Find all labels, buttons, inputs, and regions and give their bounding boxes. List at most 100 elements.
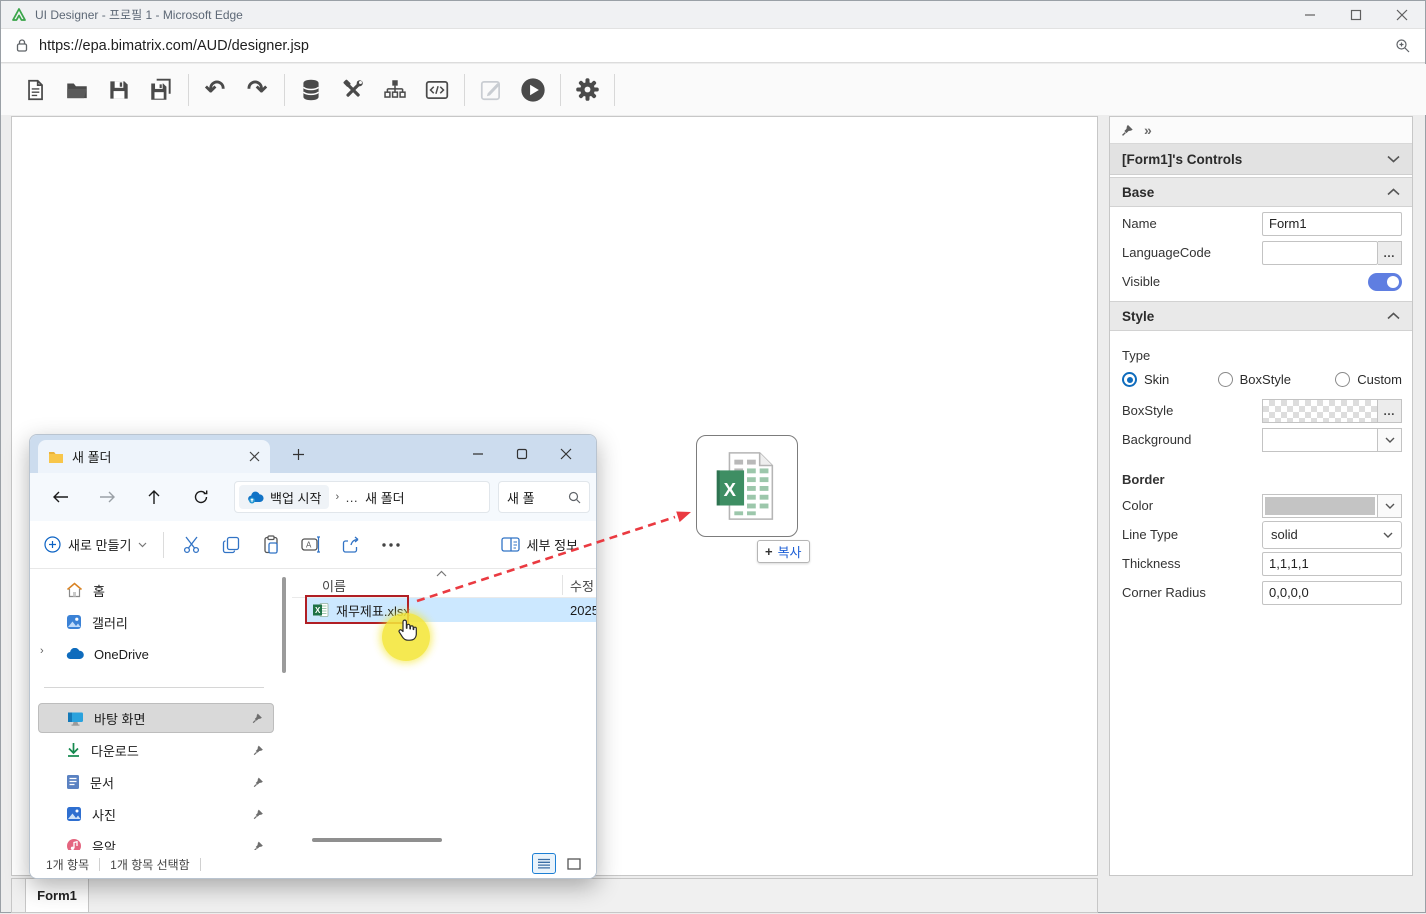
chevron-up-icon bbox=[1387, 188, 1400, 196]
sidebar-item-gallery[interactable]: 갤러리 bbox=[38, 607, 274, 637]
corner-radius-input[interactable] bbox=[1262, 581, 1402, 605]
sidebar-scrollbar[interactable] bbox=[282, 577, 286, 673]
code-button[interactable] bbox=[419, 72, 455, 108]
backup-start-button[interactable]: 백업 시작 bbox=[239, 485, 329, 509]
breadcrumb-chevron-icon: › bbox=[335, 491, 339, 503]
explorer-minimize-button[interactable] bbox=[456, 437, 500, 471]
settings-button[interactable] bbox=[569, 72, 605, 108]
bimatrix-logo-icon bbox=[11, 7, 27, 23]
rename-button[interactable]: A bbox=[291, 527, 331, 563]
column-divider[interactable] bbox=[562, 575, 563, 595]
radio-skin[interactable]: Skin bbox=[1122, 372, 1218, 387]
save-button[interactable] bbox=[101, 72, 137, 108]
copy-label: 복사 bbox=[778, 542, 802, 561]
corner-radius-label: Corner Radius bbox=[1122, 585, 1262, 600]
tools-button[interactable] bbox=[335, 72, 371, 108]
collapse-panel-icon[interactable]: » bbox=[1144, 122, 1152, 138]
zoom-in-icon[interactable] bbox=[1395, 38, 1411, 54]
copy-button[interactable] bbox=[211, 527, 251, 563]
refresh-icon[interactable] bbox=[184, 480, 218, 514]
column-modified[interactable]: 수정 bbox=[570, 576, 594, 595]
explorer-close-button[interactable] bbox=[544, 437, 588, 471]
background-dropdown-button[interactable] bbox=[1378, 428, 1402, 452]
url-text[interactable]: https://epa.bimatrix.com/AUD/designer.js… bbox=[39, 38, 1395, 54]
new-item-button[interactable]: 새로 만들기 bbox=[44, 535, 147, 554]
chevron-down-icon bbox=[1387, 155, 1400, 163]
horizontal-scrollbar[interactable] bbox=[312, 838, 442, 842]
languagecode-input[interactable] bbox=[1262, 241, 1378, 265]
breadcrumb-folder[interactable]: 새 폴더 bbox=[365, 488, 405, 507]
undo-button[interactable]: ↶ bbox=[197, 72, 233, 108]
visible-toggle[interactable] bbox=[1368, 273, 1402, 291]
radio-custom[interactable]: Custom bbox=[1335, 372, 1402, 387]
hierarchy-button[interactable] bbox=[377, 72, 413, 108]
forward-icon[interactable] bbox=[90, 480, 124, 514]
background-swatch[interactable] bbox=[1262, 428, 1378, 452]
explorer-sidebar: 홈 갤러리 › OneDrive 바탕 화면 다운로드 bbox=[30, 569, 280, 850]
pin-icon bbox=[252, 808, 264, 821]
drag-ghost-excel: X bbox=[696, 435, 798, 537]
sidebar-item-onedrive[interactable]: OneDrive bbox=[38, 639, 274, 669]
controls-header[interactable]: [Form1]'s Controls bbox=[1110, 144, 1412, 175]
status-separator bbox=[99, 858, 100, 871]
details-pane-button[interactable]: 세부 정보 bbox=[501, 535, 578, 554]
toolbar-separator bbox=[188, 74, 189, 106]
pin-icon bbox=[251, 712, 263, 725]
sort-ascending-icon[interactable] bbox=[436, 570, 447, 577]
item-count: 1개 항목 bbox=[46, 856, 89, 873]
boxstyle-swatch[interactable] bbox=[1262, 399, 1378, 423]
sidebar-item-home[interactable]: 홈 bbox=[38, 575, 274, 605]
url-bar[interactable]: https://epa.bimatrix.com/AUD/designer.js… bbox=[1, 29, 1425, 63]
cut-button[interactable] bbox=[171, 527, 211, 563]
close-button[interactable] bbox=[1379, 1, 1425, 29]
sidebar-item-desktop[interactable]: 바탕 화면 bbox=[38, 703, 274, 733]
paste-button[interactable] bbox=[251, 527, 291, 563]
minimize-button[interactable] bbox=[1287, 1, 1333, 29]
background-label: Background bbox=[1122, 432, 1262, 447]
close-tab-icon[interactable] bbox=[249, 451, 260, 462]
explorer-navbar: 백업 시작 › … 새 폴더 새 폴 bbox=[30, 473, 596, 521]
thickness-input[interactable] bbox=[1262, 552, 1402, 576]
svg-text:X: X bbox=[724, 479, 737, 500]
pin-icon[interactable] bbox=[1120, 123, 1134, 138]
more-options-icon[interactable] bbox=[371, 527, 411, 563]
style-section-header[interactable]: Style bbox=[1110, 301, 1412, 331]
database-button[interactable] bbox=[293, 72, 329, 108]
new-file-button[interactable] bbox=[17, 72, 53, 108]
sidebar-item-documents[interactable]: 문서 bbox=[38, 767, 274, 797]
border-color-swatch[interactable] bbox=[1262, 494, 1378, 518]
tab-form1[interactable]: Form1 bbox=[25, 879, 89, 912]
radio-boxstyle[interactable]: BoxStyle bbox=[1218, 372, 1336, 387]
list-view-button[interactable] bbox=[532, 853, 556, 874]
up-icon[interactable] bbox=[137, 480, 171, 514]
explorer-tab[interactable]: 새 폴더 bbox=[38, 440, 270, 473]
explorer-statusbar: 1개 항목 1개 항목 선택함 bbox=[30, 850, 596, 878]
breadcrumb-ellipsis[interactable]: … bbox=[345, 490, 359, 505]
plus-icon: + bbox=[765, 544, 773, 559]
toolbar-separator bbox=[284, 74, 285, 106]
run-button[interactable] bbox=[515, 72, 551, 108]
content-view-button[interactable] bbox=[562, 853, 586, 874]
sidebar-item-pictures[interactable]: 사진 bbox=[38, 799, 274, 829]
name-input[interactable] bbox=[1262, 212, 1402, 236]
base-section-header[interactable]: Base bbox=[1110, 177, 1412, 207]
open-folder-button[interactable] bbox=[59, 72, 95, 108]
column-name[interactable]: 이름 bbox=[322, 576, 346, 595]
onedrive-icon bbox=[66, 648, 84, 660]
explorer-maximize-button[interactable] bbox=[500, 437, 544, 471]
plus-circle-icon bbox=[44, 536, 61, 553]
share-button[interactable] bbox=[331, 527, 371, 563]
address-bar[interactable]: 백업 시작 › … 새 폴더 bbox=[234, 481, 490, 513]
border-color-dropdown-button[interactable] bbox=[1378, 494, 1402, 518]
back-icon[interactable] bbox=[43, 480, 77, 514]
maximize-button[interactable] bbox=[1333, 1, 1379, 29]
boxstyle-browse-button[interactable]: … bbox=[1378, 399, 1402, 423]
sidebar-item-downloads[interactable]: 다운로드 bbox=[38, 735, 274, 765]
save-all-button[interactable] bbox=[143, 72, 179, 108]
line-type-select[interactable]: solid bbox=[1262, 521, 1402, 549]
search-box[interactable]: 새 폴 bbox=[498, 481, 590, 513]
sidebar-divider bbox=[44, 687, 264, 688]
languagecode-browse-button[interactable]: … bbox=[1378, 241, 1402, 265]
new-tab-icon[interactable] bbox=[292, 448, 305, 461]
redo-button[interactable]: ↷ bbox=[239, 72, 275, 108]
